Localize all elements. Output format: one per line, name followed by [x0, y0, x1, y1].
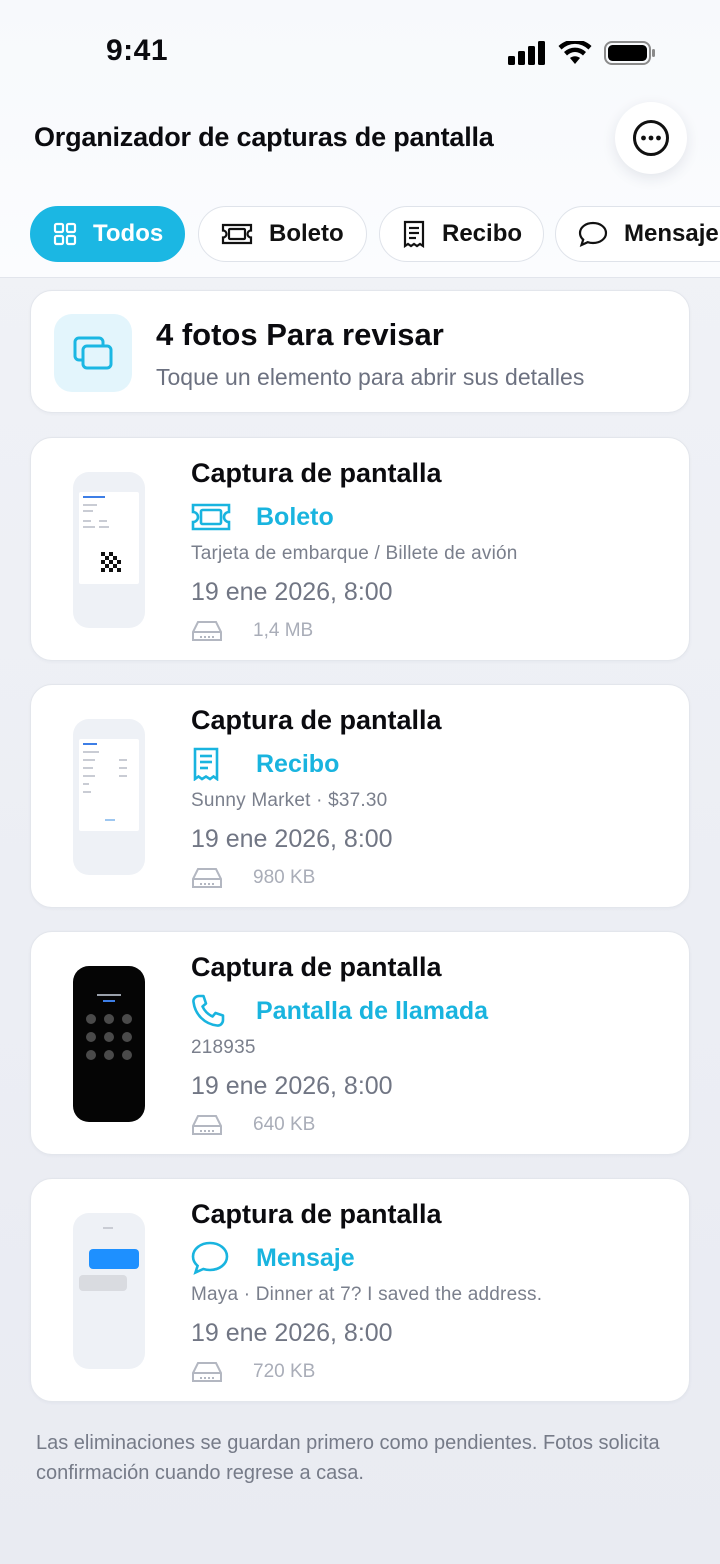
- wifi-icon: [558, 41, 592, 64]
- message-icon: [578, 221, 608, 247]
- screenshot-item[interactable]: Captura de pantalla Pantalla de llamada …: [30, 931, 690, 1155]
- item-category-label: Mensaje: [256, 1243, 355, 1272]
- item-size: 720 KB: [191, 1359, 315, 1385]
- filter-chip-recibo[interactable]: Recibo: [379, 206, 544, 262]
- item-size: 640 KB: [191, 1112, 315, 1138]
- item-size-text: 980 KB: [253, 867, 316, 888]
- item-title: Captura de pantalla: [191, 458, 442, 488]
- item-category: Boleto: [191, 500, 334, 534]
- filter-chip-label: Todos: [93, 220, 164, 247]
- filter-chip-boleto[interactable]: Boleto: [198, 206, 367, 262]
- item-category-label: Boleto: [256, 502, 334, 531]
- photos-stack-icon: [54, 314, 132, 392]
- ticket-icon: [221, 223, 253, 245]
- filter-chip-todos[interactable]: Todos: [30, 206, 185, 262]
- item-size-text: 720 KB: [253, 1361, 316, 1382]
- storage-icon: [192, 621, 222, 641]
- item-title: Captura de pantalla: [191, 705, 442, 735]
- status-icons: [508, 38, 656, 68]
- filter-chip-label: Recibo: [442, 220, 523, 247]
- review-summary-card: 4 fotos Para revisar Toque un elemento p…: [30, 290, 690, 413]
- item-subtitle: Sunny Market · $37.30: [191, 790, 388, 811]
- filter-chip-label: Boleto: [269, 220, 344, 247]
- receipt-icon: [191, 747, 231, 781]
- grid-icon: [53, 222, 77, 246]
- item-date: 19 ene 2026, 8:00: [191, 825, 393, 853]
- summary-subtitle: Toque un elemento para abrir sus detalle…: [156, 364, 585, 390]
- filter-chip-mensaje[interactable]: Mensaje: [555, 206, 720, 262]
- item-category: Recibo: [191, 747, 339, 781]
- filter-chips: Todos Boleto Recibo Mensaje: [30, 206, 720, 262]
- item-title: Captura de pantalla: [191, 952, 442, 982]
- screenshot-item[interactable]: Captura de pantalla Mensaje Maya · Dinne…: [30, 1178, 690, 1402]
- screenshot-item[interactable]: Captura de pantalla Boleto Tarjeta de em…: [30, 437, 690, 661]
- item-size: 1,4 MB: [191, 618, 313, 644]
- item-title: Captura de pantalla: [191, 1199, 442, 1229]
- ticket-icon: [191, 500, 231, 534]
- item-category: Mensaje: [191, 1241, 355, 1275]
- item-date: 19 ene 2026, 8:00: [191, 578, 393, 606]
- storage-icon: [192, 1115, 222, 1135]
- item-category-label: Pantalla de llamada: [256, 996, 489, 1025]
- storage-icon: [192, 868, 222, 888]
- item-subtitle: 218935: [191, 1037, 256, 1058]
- receipt-icon: [403, 220, 425, 248]
- storage-icon: [192, 1362, 222, 1382]
- item-category-label: Recibo: [256, 749, 340, 778]
- item-size: 980 KB: [191, 865, 315, 891]
- header: 9:41 Organizador de capturas de pantalla: [0, 0, 720, 278]
- item-category: Pantalla de llamada: [191, 994, 488, 1028]
- summary-title: 4 fotos Para revisar: [156, 317, 444, 352]
- message-icon: [191, 1241, 231, 1275]
- item-subtitle: Tarjeta de embarque / Billete de avión: [191, 543, 518, 564]
- cellular-signal-icon: [508, 41, 545, 65]
- screenshot-thumbnail: [73, 966, 145, 1122]
- battery-icon: [604, 41, 655, 65]
- more-options-button[interactable]: [615, 102, 687, 174]
- item-date: 19 ene 2026, 8:00: [191, 1072, 393, 1100]
- phone-icon: [191, 994, 231, 1028]
- status-time: 9:41: [106, 34, 169, 67]
- screenshot-thumbnail: [73, 1213, 145, 1369]
- item-size-text: 640 KB: [253, 1114, 316, 1135]
- item-size-text: 1,4 MB: [253, 620, 314, 641]
- screenshot-thumbnail: [73, 719, 145, 875]
- filter-chip-label: Mensaje: [624, 220, 719, 247]
- screenshot-item[interactable]: Captura de pantalla Recibo Sunny Market …: [30, 684, 690, 908]
- page-title: Organizador de capturas de pantalla: [34, 122, 494, 152]
- item-date: 19 ene 2026, 8:00: [191, 1319, 393, 1347]
- ellipsis-circle-icon: [633, 120, 669, 156]
- item-subtitle: Maya · Dinner at 7? I saved the address.: [191, 1284, 543, 1305]
- screenshot-thumbnail: [73, 472, 145, 628]
- footer-note: Las eliminaciones se guardan primero com…: [36, 1432, 660, 1484]
